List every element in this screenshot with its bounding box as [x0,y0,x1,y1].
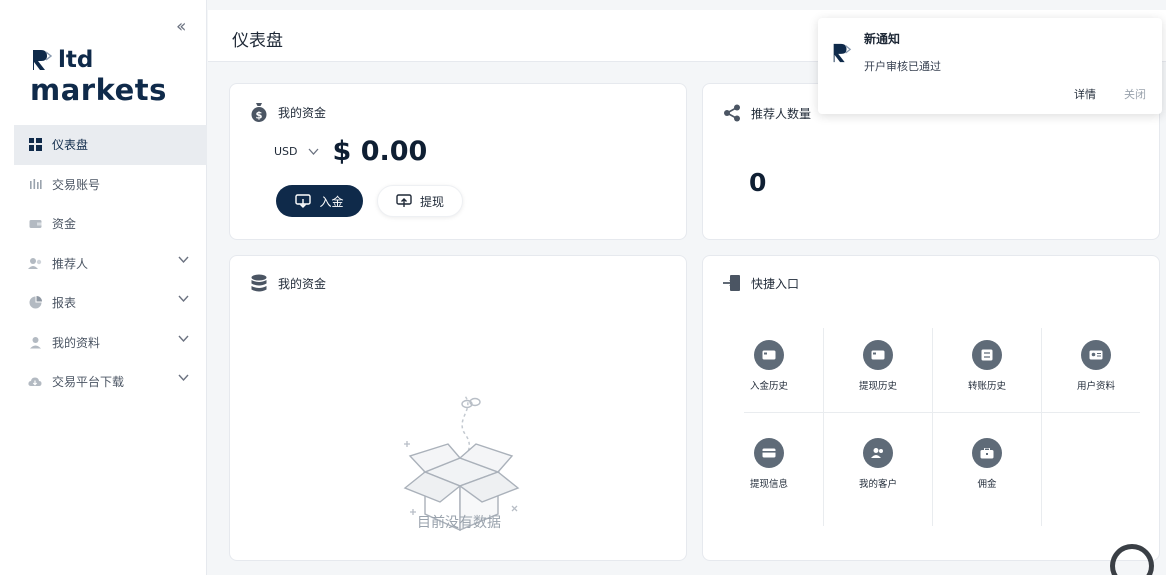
quick-entry-withdraw-history[interactable]: 提现历史 [824,328,932,414]
cloud-download-icon [28,375,42,389]
trading-account-icon [28,177,42,191]
funds-card: $ 我的资金 USD $ 0.00 入金 提现 [229,83,687,240]
deposit-button-label: 入金 [319,194,344,209]
notification-title: 新通知 [864,32,901,46]
database-icon [251,274,267,292]
quick-entry-label: 提现历史 [858,381,897,392]
currency-select[interactable]: USD [274,145,298,158]
sidebar-item-label: 报表 [52,296,77,311]
withdraw-button[interactable]: 提现 [377,185,463,217]
funds-chart-card-header: 我的资金 [250,274,326,293]
funds-chart-card-title: 我的资金 [278,277,327,291]
quick-entry-label: 入金历史 [749,381,788,392]
deposit-icon [295,193,312,208]
commission-icon [972,438,1002,468]
quick-entry-deposit-history[interactable]: 入金历史 [715,328,823,414]
sidebar-item-trading-account[interactable]: 交易账号 [14,165,207,205]
sidebar-item-referrer[interactable]: 推荐人 [14,244,207,284]
deposit-button[interactable]: 入金 [276,185,363,217]
quick-entry-card-header: 快捷入口 [723,274,799,292]
transfer-history-icon [972,340,1002,370]
sidebar-item-label: 交易平台下载 [52,375,125,390]
double-chevron-left-icon[interactable]: ‹‹ [176,16,187,37]
quick-entry-user-info[interactable]: 用户资料 [1042,328,1150,414]
money-bag-icon: $ [251,103,267,122]
quick-entry-withdraw-info[interactable]: 提现信息 [715,426,823,512]
quick-entry-label: 我的客户 [858,479,897,490]
funds-card-header: $ 我的资金 [250,102,326,122]
withdraw-history-icon [863,340,893,370]
quick-entry-my-clients[interactable]: 我的客户 [824,426,932,512]
quick-entry-transfer-history[interactable]: 转账历史 [933,328,1041,414]
sidebar-item-label: 资金 [52,217,77,232]
sidebar-item-label: 我的资料 [52,335,101,350]
deposit-history-icon [754,340,784,370]
chevron-down-icon [178,374,189,382]
sidebar-item-platform-download[interactable]: 交易平台下载 [14,362,207,402]
user-profile-icon [28,335,42,349]
logo: ltd markets [30,46,167,106]
quick-entry-commission[interactable]: 佣金 [933,426,1041,512]
quick-entry-card-title: 快捷入口 [751,276,800,291]
enter-icon [723,275,740,291]
chevron-down-icon [178,295,189,303]
quick-entry-label: 提现信息 [749,479,788,490]
withdraw-info-icon [754,438,784,468]
sidebar-item-label: 推荐人 [52,256,89,271]
sidebar-item-my-profile[interactable]: 我的资料 [14,323,207,363]
referrals-card-title: 推荐人数量 [751,106,812,121]
svg-text:$: $ [256,111,263,122]
logo-r-icon [33,50,52,70]
quick-entry-card: 快捷入口 入金历史 提现历史 转账历史 用户资料 提现信息 我的客户 佣金 [702,255,1160,561]
referral-count: 0 [749,168,767,197]
sidebar-item-funds[interactable]: 资金 [14,204,207,244]
sidebar-nav: 仪表盘 交易账号 资金 推荐人 报表 我的资料 交易平台下载 [14,125,207,402]
quick-entry-label: 佣金 [977,479,997,490]
withdraw-button-label: 提现 [419,194,444,209]
user-info-icon [1081,340,1111,370]
my-clients-icon [863,438,893,468]
notification-body: 开户审核已通过 [864,60,941,73]
funds-card-title: 我的资金 [278,105,327,120]
balance-amount: $ 0.00 [332,136,428,167]
referrer-icon [28,256,42,270]
brand-r-icon [833,43,852,63]
quick-entry-label: 转账历史 [967,381,1006,392]
chevron-down-icon [178,335,189,342]
logo-markets-text: markets [30,73,167,107]
quick-entry-label: 用户资料 [1076,381,1115,392]
page-title: 仪表盘 [232,31,283,51]
sidebar-item-label: 交易账号 [52,177,101,192]
chevron-down-icon[interactable] [308,148,319,156]
withdraw-icon [396,193,412,207]
notification-popup: 新通知 开户审核已通过 详情 关闭 [818,18,1162,114]
pie-chart-icon [28,296,42,310]
notification-close-button[interactable]: 关闭 [1124,86,1146,102]
referrals-card-header: 推荐人数量 [723,104,811,122]
sidebar-item-label: 仪表盘 [52,138,89,153]
sidebar-item-dashboard[interactable]: 仪表盘 [14,125,207,165]
logo-ltd-text: ltd [58,47,94,73]
wallet-icon [28,217,42,231]
quick-entry-grid: 入金历史 提现历史 转账历史 用户资料 提现信息 我的客户 佣金 [744,328,1140,526]
share-icon [724,104,740,122]
dashboard-grid-icon [28,138,42,152]
sidebar: ‹‹ ltd markets 仪表盘 交易账号 资金 推荐人 报表 我的资料 交… [0,0,207,575]
empty-state-text: 目前没有数据 [417,515,501,531]
chevron-down-icon [178,256,189,263]
sidebar-item-reports[interactable]: 报表 [14,283,207,323]
funds-chart-card: 我的资金 目前没有数据 [229,255,687,561]
balance-row: USD $ 0.00 [274,136,427,167]
notification-detail-button[interactable]: 详情 [1074,86,1096,102]
